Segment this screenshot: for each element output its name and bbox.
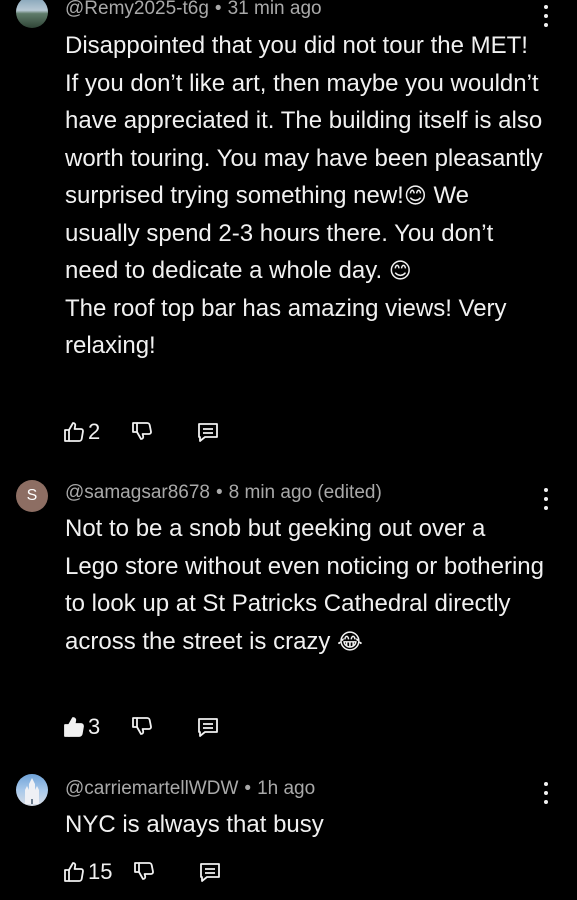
more-vertical-icon[interactable] xyxy=(541,5,551,27)
thumbs-up-filled-icon xyxy=(64,717,84,737)
comment-paragraph: Not to be a snob but geeking out over a … xyxy=(65,515,544,655)
smile-emoji: 😊 xyxy=(388,258,412,283)
comment-actions: 3 xyxy=(62,712,220,742)
more-vertical-icon[interactable] xyxy=(541,488,551,510)
more-vertical-icon[interactable] xyxy=(541,782,551,804)
comment-text: Disappointed that you did not tour the M… xyxy=(65,27,545,365)
avatar[interactable] xyxy=(16,0,48,28)
comment-text: NYC is always that busy xyxy=(65,806,545,844)
comment-paragraph: NYC is always that busy xyxy=(65,811,324,838)
like-button[interactable]: 15 xyxy=(62,859,112,885)
separator: • xyxy=(244,778,252,799)
thumbs-down-icon xyxy=(132,422,153,440)
like-count: 2 xyxy=(88,419,101,444)
comment-meta: @samagsar8678 • 8 min ago (edited) xyxy=(65,482,382,504)
comment-time: 31 min ago xyxy=(227,0,322,19)
reply-button[interactable] xyxy=(196,715,220,739)
thumbs-down-icon xyxy=(132,717,153,735)
author-name[interactable]: @Remy2025-t6g xyxy=(65,0,209,19)
comment-text: Not to be a snob but geeking out over a … xyxy=(65,510,545,660)
dislike-button[interactable] xyxy=(130,715,154,739)
like-button[interactable]: 2 xyxy=(62,419,100,445)
thumbs-up-icon xyxy=(64,862,84,882)
dislike-button[interactable] xyxy=(130,420,154,444)
thumbs-down-icon xyxy=(134,862,155,880)
reply-icon xyxy=(198,423,219,442)
avatar[interactable]: S xyxy=(16,480,48,512)
comment-paragraph: The roof top bar has amazing views! Very… xyxy=(65,294,507,360)
avatar-letter: S xyxy=(26,487,38,504)
like-count: 15 xyxy=(88,859,113,884)
reply-button[interactable] xyxy=(196,420,220,444)
reply-button[interactable] xyxy=(198,860,222,884)
author-name[interactable]: @carriemartellWDW xyxy=(65,778,238,799)
comment-meta: @carriemartellWDW • 1h ago xyxy=(65,778,315,800)
avatar[interactable] xyxy=(16,774,48,806)
author-name[interactable]: @samagsar8678 xyxy=(65,482,210,503)
smile-emoji: 😊 xyxy=(403,183,427,208)
separator: • xyxy=(215,482,223,503)
comment-paragraph: Disappointed that you did not tour the M… xyxy=(65,32,543,209)
comment-time: 1h ago xyxy=(257,778,316,799)
comment-actions: 2 xyxy=(62,417,220,447)
separator: • xyxy=(214,0,222,19)
dislike-button[interactable] xyxy=(132,860,156,884)
thumbs-up-icon xyxy=(64,422,84,442)
like-count: 3 xyxy=(88,714,101,739)
comment-time: 8 min ago (edited) xyxy=(228,482,382,503)
laughing-emoji: 😂 xyxy=(337,628,363,654)
reply-icon xyxy=(200,863,221,882)
like-button[interactable]: 3 xyxy=(62,714,100,740)
castle-icon xyxy=(25,778,39,804)
comment-actions: 15 xyxy=(62,857,222,887)
reply-icon xyxy=(198,718,219,737)
comment-meta: @Remy2025-t6g • 31 min ago xyxy=(65,0,322,20)
